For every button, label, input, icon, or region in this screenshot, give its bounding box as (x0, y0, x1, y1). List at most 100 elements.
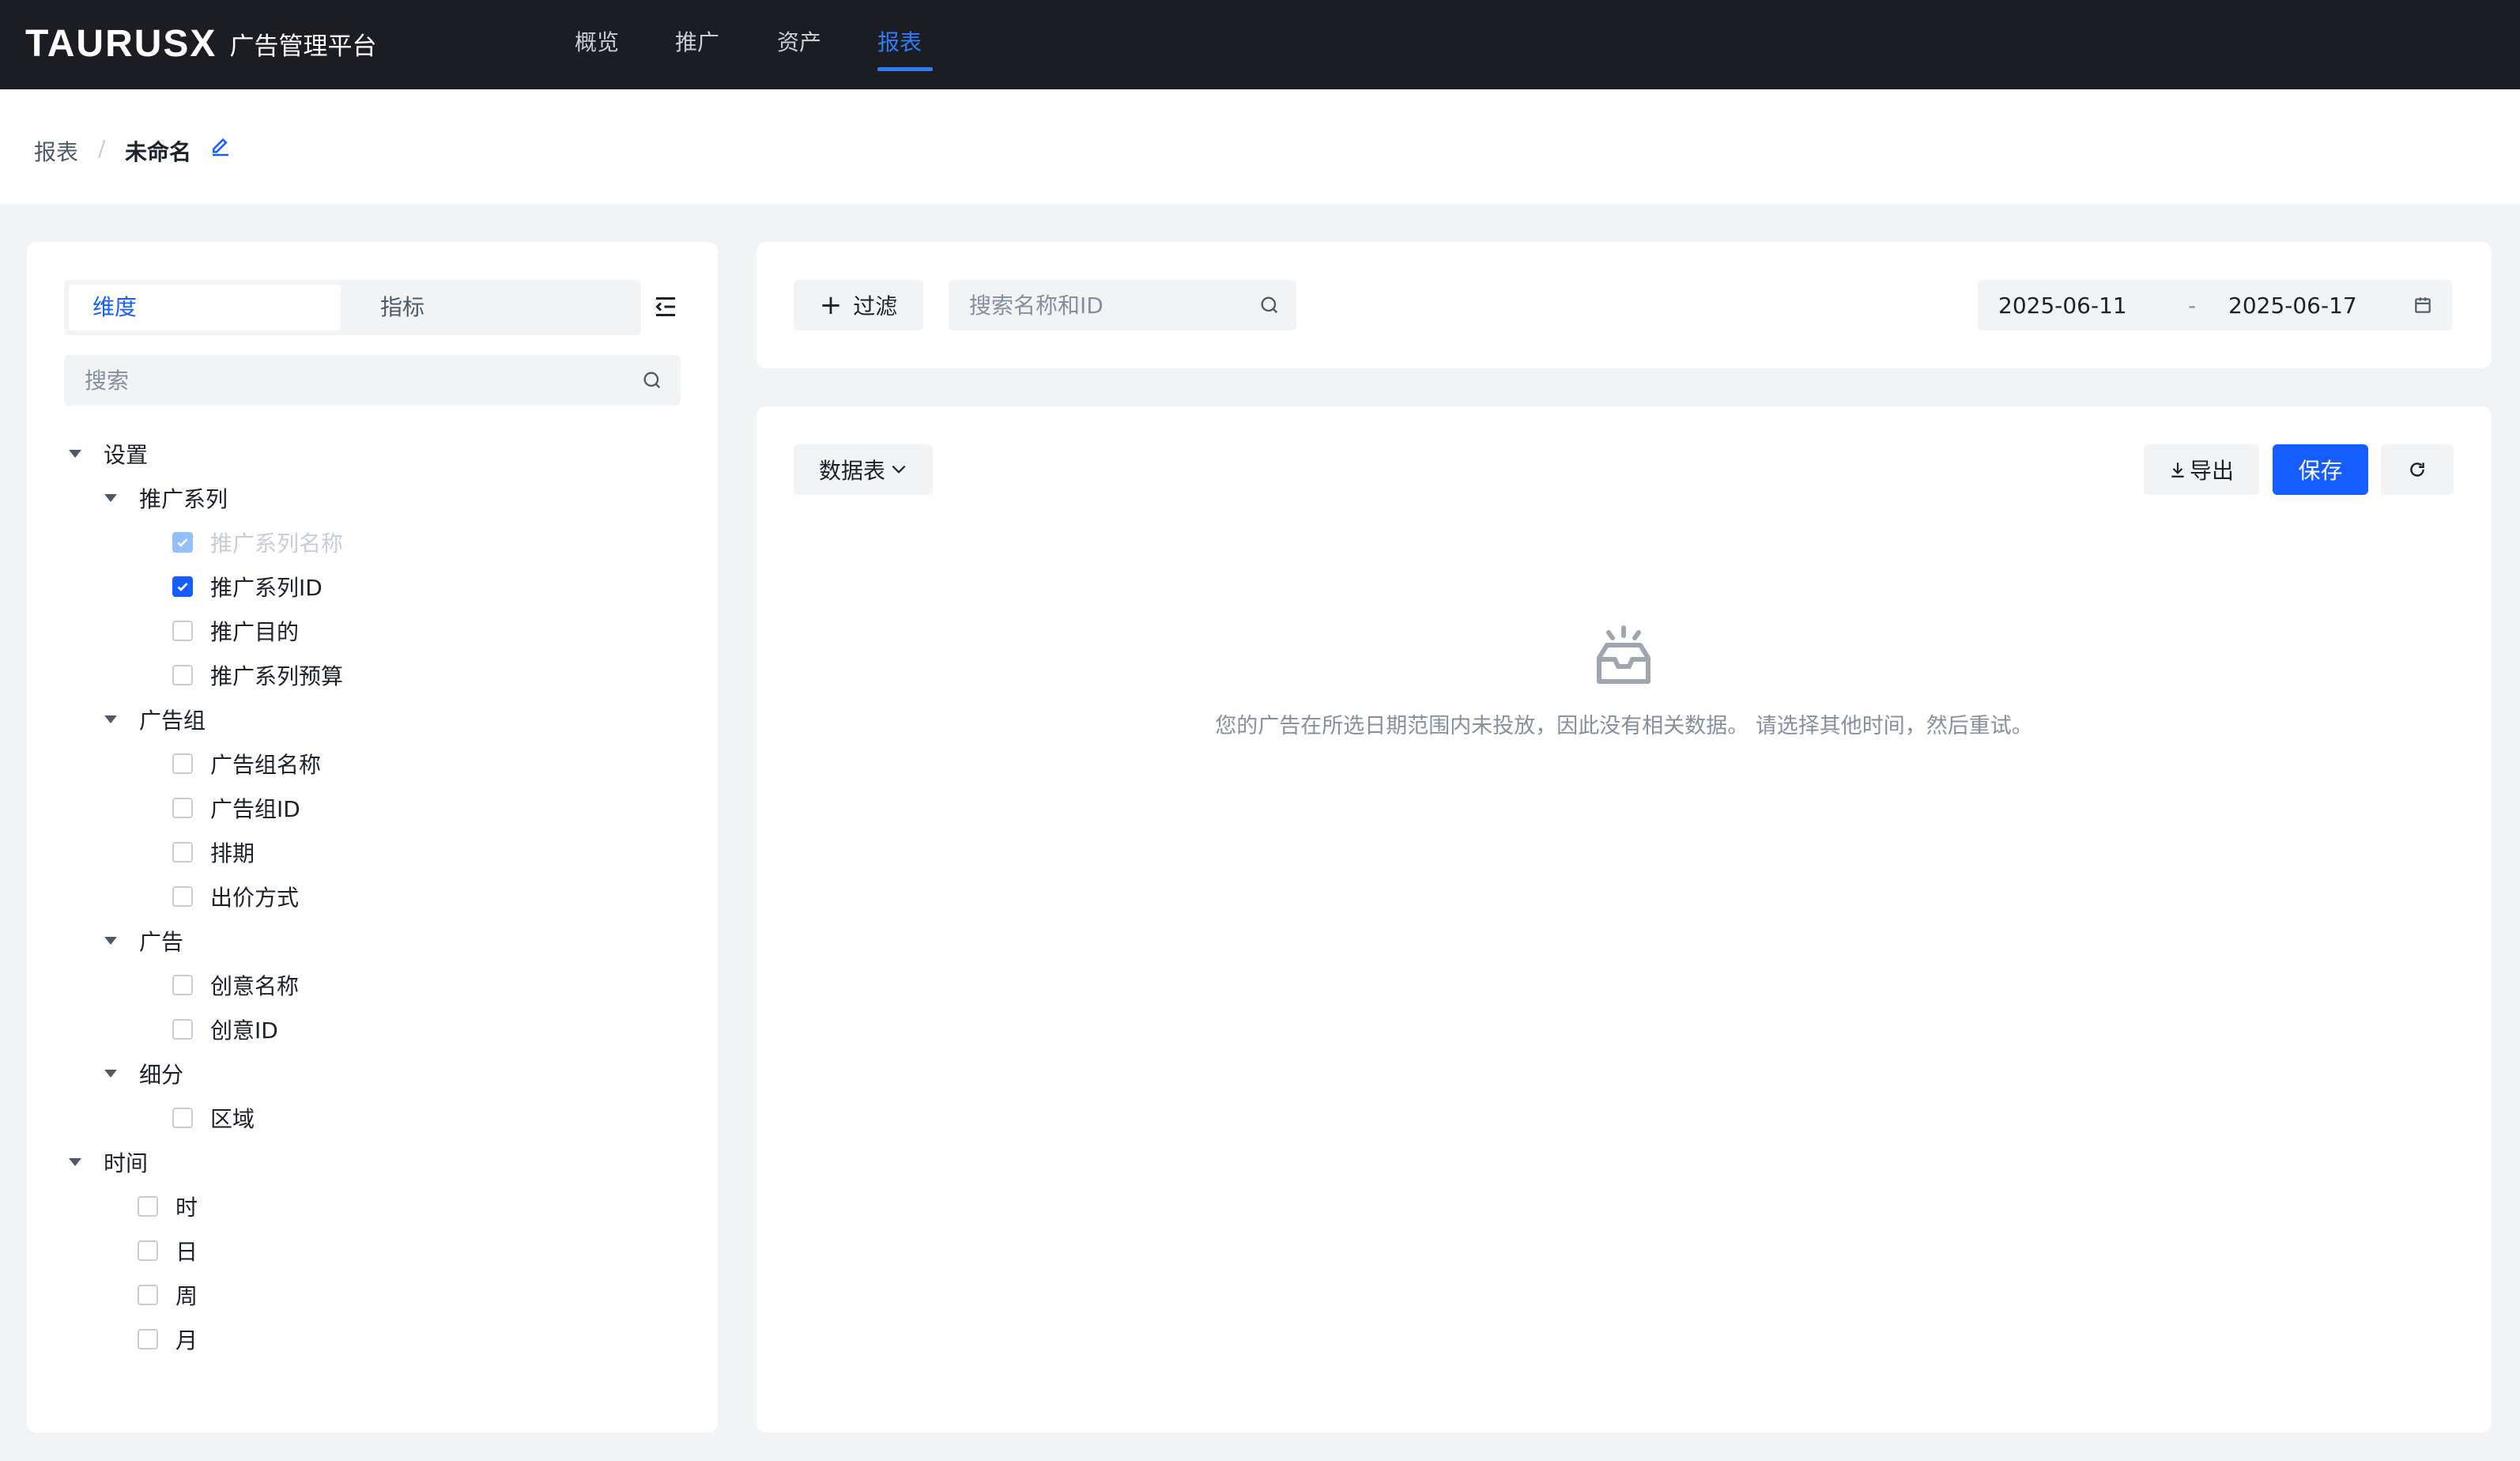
tree-item-label: 周 (175, 1283, 198, 1309)
empty-inbox-icon (1597, 625, 1650, 684)
tree-group-label: 设置 (104, 442, 149, 468)
view-type-label: 数据表 (818, 458, 885, 484)
tree-item[interactable]: 区域 (172, 1102, 255, 1134)
date-separator: - (2188, 293, 2197, 319)
tree-item-label: 广告组ID (210, 796, 300, 822)
tree-group-ad[interactable]: 广告 (104, 925, 183, 957)
tree-item[interactable]: 创意ID (172, 1014, 278, 1045)
name-id-search-input[interactable] (969, 280, 1443, 330)
tree-group-label: 广告 (139, 929, 184, 955)
checkbox-checked[interactable] (172, 576, 193, 597)
checkbox[interactable] (172, 621, 193, 641)
tree-group-label: 广告组 (139, 708, 206, 734)
date-range-picker[interactable]: 2025-06-11 - 2025-06-17 (1978, 280, 2452, 330)
breadcrumb-separator: / (98, 135, 106, 161)
download-icon (2171, 462, 2184, 478)
logo-brand: TAURUSX (25, 22, 217, 65)
search-icon[interactable] (641, 369, 663, 391)
tree-group-campaign[interactable]: 推广系列 (104, 482, 228, 514)
report-content: 数据表 导出 保存 您的广告在所选日期范围内未投放，因此没有相关数据。 请选择其… (756, 406, 2492, 1433)
tab-metrics[interactable]: 指标 (356, 285, 628, 330)
date-start[interactable]: 2025-06-11 (1998, 293, 2127, 319)
checkbox-disabled-checked (172, 532, 193, 553)
refresh-button[interactable] (2381, 444, 2454, 495)
plus-icon: + (819, 289, 843, 321)
collapse-list-icon[interactable] (651, 293, 680, 321)
edit-icon[interactable] (209, 135, 232, 159)
dimension-metric-tabs: 维度 指标 (64, 280, 641, 335)
checkbox[interactable] (172, 975, 193, 995)
export-button[interactable]: 导出 (2144, 444, 2259, 495)
tree-item[interactable]: 月 (138, 1323, 198, 1355)
checkbox[interactable] (138, 1329, 158, 1350)
filter-label: 过滤 (853, 293, 898, 319)
nav-item-reports[interactable]: 报表 (877, 25, 922, 57)
tree-item[interactable]: 日 (138, 1235, 198, 1267)
report-title: 未命名 (125, 139, 192, 165)
checkbox[interactable] (172, 753, 193, 774)
tree-item-label: 创意ID (210, 1017, 278, 1044)
checkbox[interactable] (172, 842, 193, 863)
save-button[interactable]: 保存 (2273, 444, 2368, 495)
checkbox[interactable] (172, 798, 193, 818)
checkbox[interactable] (138, 1196, 158, 1217)
tree-item-label: 时 (175, 1195, 198, 1221)
logo-subtitle: 广告管理平台 (229, 32, 377, 61)
tree-item-label: 广告组名称 (210, 752, 322, 778)
tree-item[interactable]: 推广系列名称 (172, 527, 343, 558)
tree-group-time[interactable]: 时间 (69, 1146, 148, 1178)
checkbox[interactable] (138, 1285, 158, 1305)
nav-item-assets[interactable]: 资产 (777, 25, 821, 57)
tree-group-ad-group[interactable]: 广告组 (104, 704, 206, 735)
tree-item[interactable]: 推广目的 (172, 615, 299, 647)
caret-down-icon[interactable] (104, 715, 117, 723)
name-id-search (949, 280, 1443, 330)
calendar-icon[interactable] (2412, 294, 2433, 316)
tree-item-label: 推广系列预算 (210, 663, 344, 689)
nav-item-promotion[interactable]: 推广 (675, 25, 719, 57)
breadcrumb: 报表 / 未命名 (0, 89, 2520, 204)
nav-item-overview[interactable]: 概览 (575, 25, 619, 57)
view-type-dropdown[interactable]: 数据表 (794, 444, 933, 495)
tree-item-label: 推广系列名称 (210, 530, 344, 557)
caret-down-icon[interactable] (69, 1158, 81, 1166)
caret-down-icon[interactable] (104, 937, 117, 945)
top-nav-bar: TAURUSX 广告管理平台 概览 推广 资产 报表 (0, 0, 2520, 89)
chevron-down-icon (892, 465, 906, 474)
tree-item[interactable]: 时 (138, 1191, 198, 1222)
tree-item[interactable]: 排期 (172, 836, 255, 868)
tree-item[interactable]: 广告组名称 (172, 748, 321, 780)
tree-item-label: 创意名称 (210, 973, 300, 999)
add-filter-button[interactable]: + 过滤 (794, 280, 923, 330)
tree-group-label: 推广系列 (139, 486, 228, 512)
tree-item-label: 日 (175, 1239, 198, 1265)
tree-item[interactable]: 周 (138, 1279, 198, 1311)
tree-item[interactable]: 广告组ID (172, 792, 300, 824)
checkbox[interactable] (172, 1108, 193, 1128)
checkbox[interactable] (172, 665, 193, 685)
tree-item-label: 月 (175, 1327, 198, 1353)
caret-down-icon[interactable] (69, 450, 81, 458)
filter-bar: + 过滤 2025-06-11 - 2025-06-17 (756, 242, 2492, 368)
tree-item[interactable]: 创意名称 (172, 969, 299, 1001)
search-icon[interactable] (1258, 294, 1281, 316)
tree-item-label: 区域 (210, 1106, 255, 1132)
caret-down-icon[interactable] (104, 494, 117, 502)
tree-item[interactable]: 推广系列预算 (172, 659, 343, 691)
tree-item-label: 出价方式 (210, 885, 300, 911)
breadcrumb-root[interactable]: 报表 (34, 135, 78, 167)
checkbox[interactable] (172, 886, 193, 907)
tree-item[interactable]: 出价方式 (172, 881, 299, 912)
logo[interactable]: TAURUSX 广告管理平台 (25, 16, 376, 71)
tree-group-label: 时间 (104, 1150, 149, 1176)
dimension-search-input[interactable] (85, 355, 559, 406)
checkbox[interactable] (138, 1240, 158, 1261)
tree-group-settings[interactable]: 设置 (69, 438, 148, 470)
caret-down-icon[interactable] (104, 1070, 117, 1078)
empty-state-message: 您的广告在所选日期范围内未投放，因此没有相关数据。 请选择其他时间，然后重试。 (1215, 714, 2033, 738)
checkbox[interactable] (172, 1019, 193, 1040)
date-end[interactable]: 2025-06-17 (2228, 293, 2357, 319)
tree-item[interactable]: 推广系列ID (172, 571, 323, 602)
tree-group-segment[interactable]: 细分 (104, 1058, 183, 1089)
tab-dimensions[interactable]: 维度 (69, 285, 341, 330)
